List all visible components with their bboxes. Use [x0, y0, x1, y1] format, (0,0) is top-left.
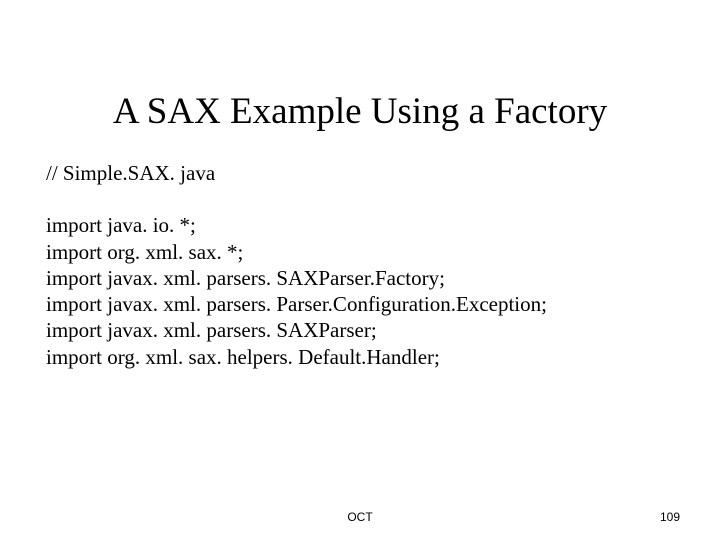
slide: A SAX Example Using a Factory // Simple.…: [0, 0, 720, 540]
code-import-line: import org. xml. sax. helpers. Default.H…: [46, 344, 666, 370]
code-comment: // Simple.SAX. java: [46, 160, 666, 186]
code-import-line: import javax. xml. parsers. SAXParser.Fa…: [46, 265, 666, 291]
code-import-line: import java. io. *;: [46, 212, 666, 238]
code-import-line: import javax. xml. parsers. SAXParser;: [46, 317, 666, 343]
footer-center-text: OCT: [0, 510, 720, 524]
code-import-line: import javax. xml. parsers. Parser.Confi…: [46, 291, 666, 317]
code-block: // Simple.SAX. java import java. io. *; …: [46, 160, 666, 370]
blank-line: [46, 186, 666, 212]
slide-title: A SAX Example Using a Factory: [0, 90, 720, 133]
page-number: 109: [660, 510, 680, 524]
code-import-line: import org. xml. sax. *;: [46, 239, 666, 265]
